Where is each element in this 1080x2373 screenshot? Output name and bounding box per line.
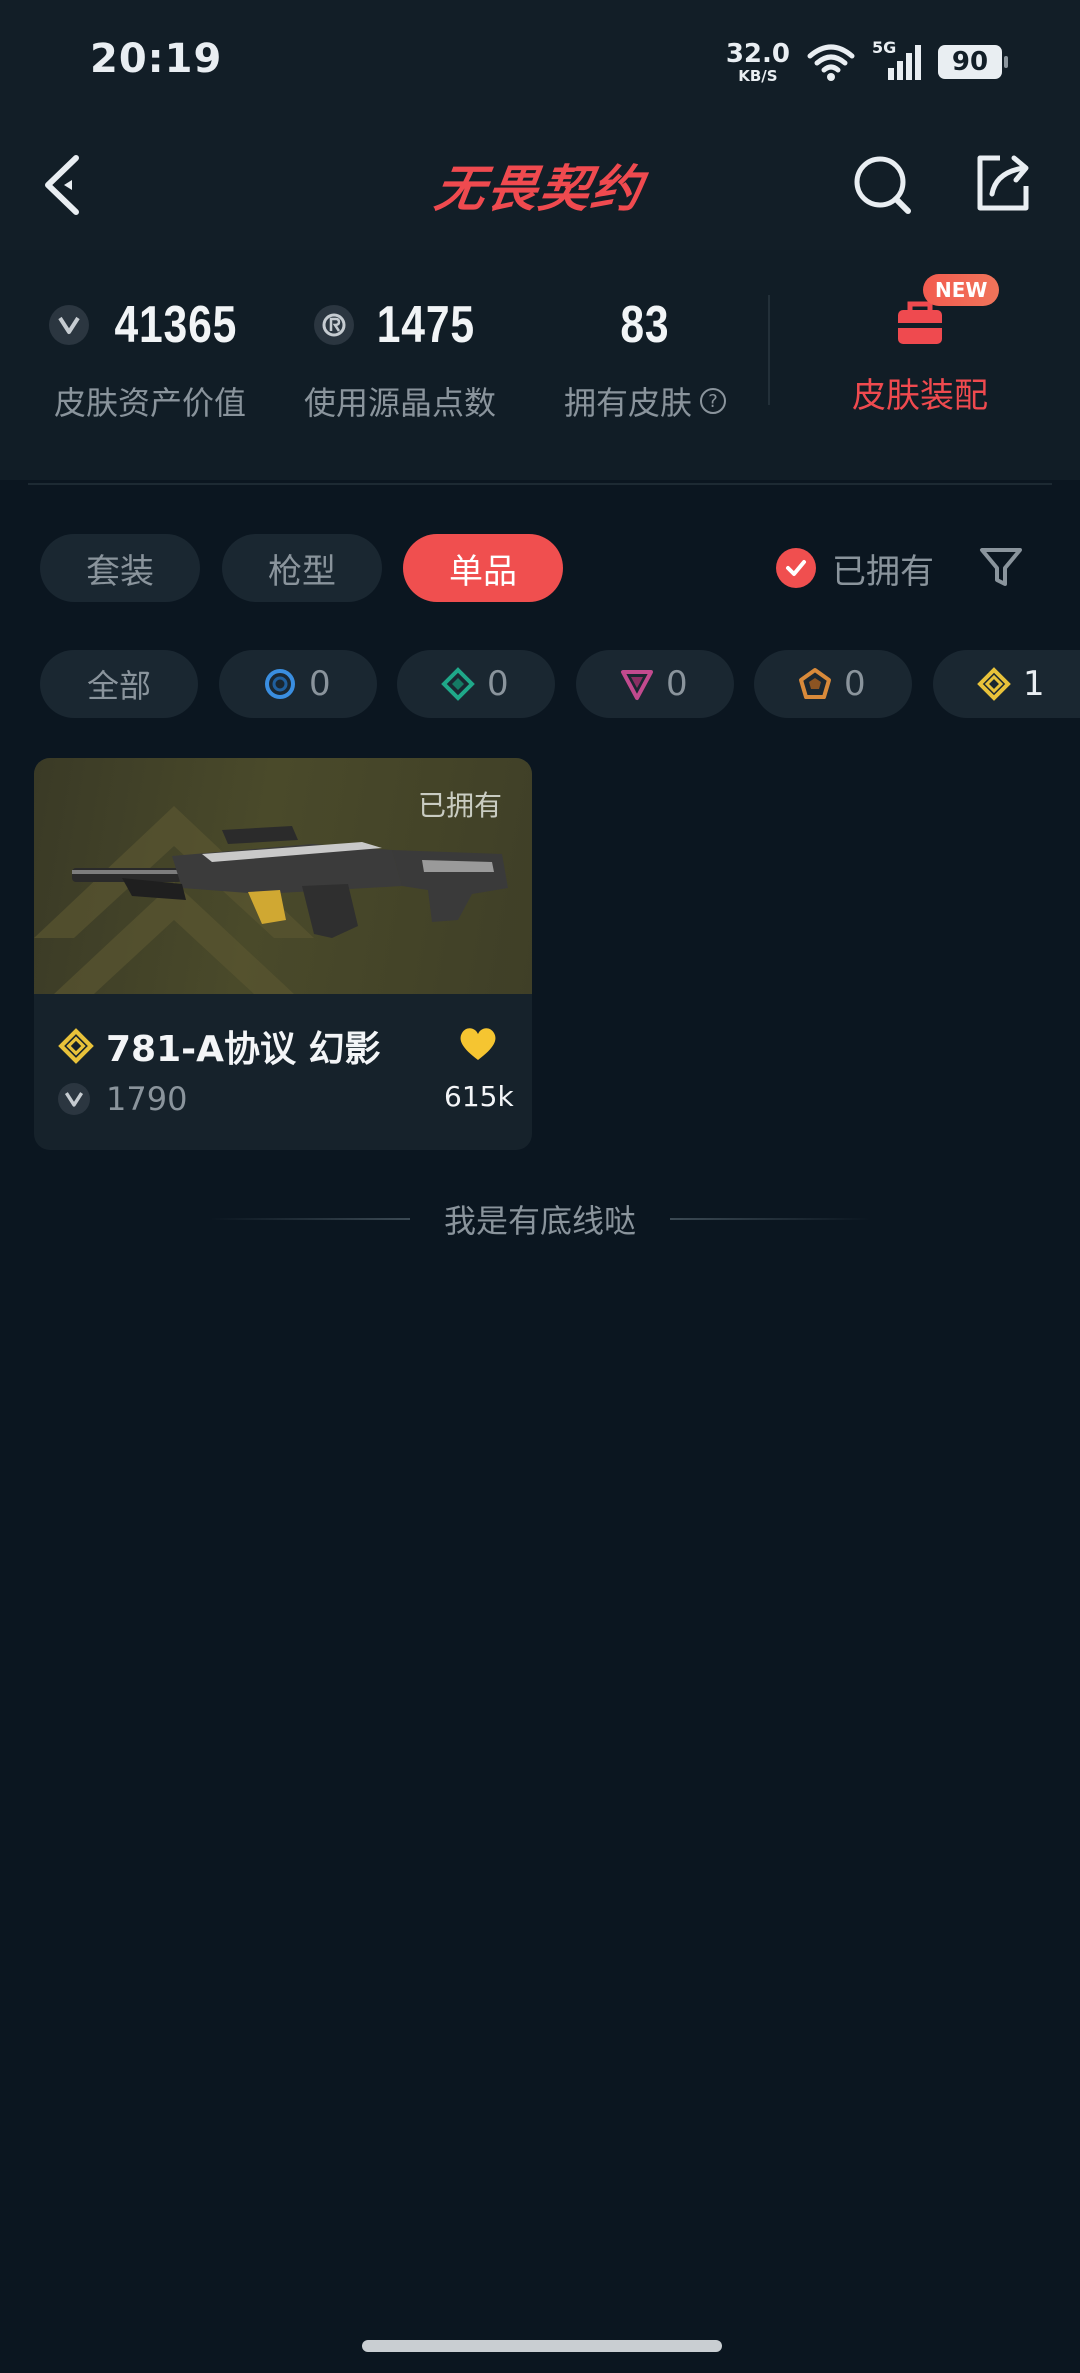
filter-icon [980, 548, 1022, 586]
valorant-points-icon [49, 305, 90, 345]
back-arrow-icon [45, 155, 79, 215]
filter-button[interactable] [978, 546, 1024, 590]
back-button[interactable] [38, 150, 98, 220]
tab-suits-label: 套装 [86, 551, 154, 592]
tier-all-label: 全部 [86, 667, 151, 705]
stats-divider [768, 295, 770, 405]
tier-chip-all[interactable]: 全部 [40, 650, 198, 718]
owned-skins-label: 拥有皮肤 [563, 384, 692, 422]
skin-title-row: 781-A协议 幻影 [58, 1020, 380, 1072]
asset-value-stat: 41365 皮肤资产价值 [40, 290, 260, 424]
screen: 20:19 32.0 KB/S 5G 90 无畏契约 41365 皮肤资产价值 … [0, 0, 1080, 2373]
tab-single-items[interactable]: 单品 [403, 534, 563, 602]
network-speed-unit: KB/S [738, 66, 778, 85]
new-badge: NEW [923, 274, 1000, 306]
tier-chip-exclusive[interactable]: 1 [933, 650, 1080, 718]
skin-price-row: 1790 [58, 1080, 187, 1118]
select-tier-icon [265, 669, 295, 699]
app-logo-text: 无畏契约 [431, 160, 648, 218]
asset-value: 41365 [114, 296, 238, 354]
skin-price: 1790 [106, 1080, 188, 1118]
skin-loadout-label: 皮肤装配 [852, 376, 988, 416]
owned-skins-stat: 83 拥有皮肤 ? [545, 290, 745, 424]
footer-line-right [670, 1218, 870, 1220]
status-icons: 32.0 KB/S 5G 90 [726, 38, 1008, 86]
stats-panel: 41365 皮肤资产价值 1475 使用源晶点数 83 拥有皮肤 ? 皮肤装配 … [0, 250, 1080, 480]
exclusive-tier-icon [58, 1028, 94, 1064]
tab-suits[interactable]: 套装 [40, 534, 200, 602]
tier-chip-select[interactable]: 0 [219, 650, 377, 718]
radianite-stat: 1475 使用源晶点数 [290, 290, 510, 424]
app-header: 无畏契约 [0, 120, 1080, 250]
tier-chip-ultra[interactable]: 0 [754, 650, 912, 718]
tab-single-items-label: 单品 [449, 551, 517, 592]
tier-chip-deluxe[interactable]: 0 [397, 650, 555, 718]
tier-deluxe-count: 0 [487, 664, 509, 704]
app-logo: 无畏契约 [420, 150, 660, 220]
search-button[interactable] [850, 152, 916, 218]
like-count: 615k [444, 1080, 514, 1113]
section-divider [28, 483, 1052, 485]
share-button[interactable] [970, 150, 1036, 216]
tier-premium-count: 0 [666, 664, 688, 704]
owned-filter-label: 已拥有 [832, 551, 934, 592]
tier-select-count: 0 [309, 664, 331, 704]
owned-skins-value: 83 [620, 296, 670, 354]
tier-exclusive-count: 1 [1023, 664, 1045, 704]
tier-chip-premium[interactable]: 0 [576, 650, 734, 718]
exclusive-tier-icon [977, 667, 1011, 701]
skin-name: 781-A协议 幻影 [106, 1029, 381, 1070]
status-bar: 20:19 32.0 KB/S 5G 90 [0, 0, 1080, 120]
asset-value-label: 皮肤资产价值 [53, 384, 246, 422]
end-of-list-text: 我是有底线哒 [443, 1202, 636, 1240]
network-speed: 32.0 KB/S [726, 41, 790, 84]
deluxe-tier-icon [441, 667, 475, 701]
wifi-icon [807, 44, 855, 81]
tab-weapon-types[interactable]: 枪型 [222, 534, 382, 602]
skin-card[interactable]: 已拥有 781-A协议 幻影 1790 615k [34, 758, 532, 1150]
share-icon [977, 155, 1029, 211]
owned-tag: 已拥有 [417, 789, 502, 822]
ultra-tier-icon [799, 668, 831, 699]
help-icon[interactable]: ? [700, 388, 726, 414]
status-time: 20:19 [90, 36, 223, 82]
search-icon [854, 156, 911, 214]
battery-indicator: 90 [938, 45, 1008, 79]
like-button[interactable] [458, 1026, 498, 1062]
rifle-icon [72, 826, 508, 938]
heart-icon [460, 1028, 496, 1060]
tab-weapon-types-label: 枪型 [268, 551, 336, 592]
network-speed-value: 32.0 [725, 38, 790, 69]
skin-image: 已拥有 [34, 758, 532, 994]
valorant-points-icon [58, 1083, 90, 1115]
home-indicator[interactable] [362, 2340, 722, 2352]
tier-ultra-count: 0 [844, 664, 866, 704]
radianite-icon [314, 305, 355, 345]
premium-tier-icon [621, 670, 653, 700]
owned-filter-toggle[interactable]: 已拥有 [776, 534, 934, 602]
radianite-value: 1475 [376, 296, 476, 354]
cellular-signal-icon: 5G [872, 38, 922, 82]
checkmark-icon [776, 548, 816, 588]
owned-skins-label-row: 拥有皮肤 ? [564, 378, 726, 424]
radianite-label: 使用源晶点数 [303, 384, 496, 422]
